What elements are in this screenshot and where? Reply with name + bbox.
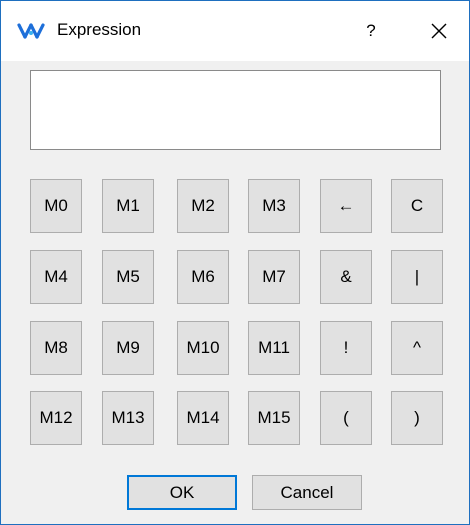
key-m1[interactable]: M1 [102,179,154,233]
window-title: Expression [57,20,142,39]
key-m3[interactable]: M3 [248,179,300,233]
close-button[interactable] [421,16,455,46]
ok-button[interactable]: OK [127,475,237,510]
close-paren-key[interactable]: ) [391,391,443,445]
key-m8[interactable]: M8 [30,321,82,375]
help-button[interactable]: ? [356,16,386,46]
clear-key[interactable]: C [391,179,443,233]
key-m2[interactable]: M2 [177,179,229,233]
key-m13[interactable]: M13 [102,391,154,445]
xor-key[interactable]: ^ [391,321,443,375]
key-m11[interactable]: M11 [248,321,300,375]
key-m12[interactable]: M12 [30,391,82,445]
key-m0[interactable]: M0 [30,179,82,233]
backspace-key[interactable]: ← [320,179,372,233]
key-m5[interactable]: M5 [102,250,154,304]
expression-display[interactable] [30,70,441,150]
not-key[interactable]: ! [320,321,372,375]
close-icon [431,23,447,39]
key-m9[interactable]: M9 [102,321,154,375]
key-m10[interactable]: M10 [177,321,229,375]
key-m6[interactable]: M6 [177,250,229,304]
open-paren-key[interactable]: ( [320,391,372,445]
key-m15[interactable]: M15 [248,391,300,445]
cancel-button[interactable]: Cancel [252,475,362,510]
key-m7[interactable]: M7 [248,250,300,304]
app-logo-icon [16,20,46,42]
expression-dialog: Expression ? M0 M1 M2 M3 ← C M4 M5 M6 M7… [0,0,470,525]
title-bar: Expression ? [1,1,469,61]
key-m4[interactable]: M4 [30,250,82,304]
and-key[interactable]: & [320,250,372,304]
key-m14[interactable]: M14 [177,391,229,445]
or-key[interactable]: | [391,250,443,304]
